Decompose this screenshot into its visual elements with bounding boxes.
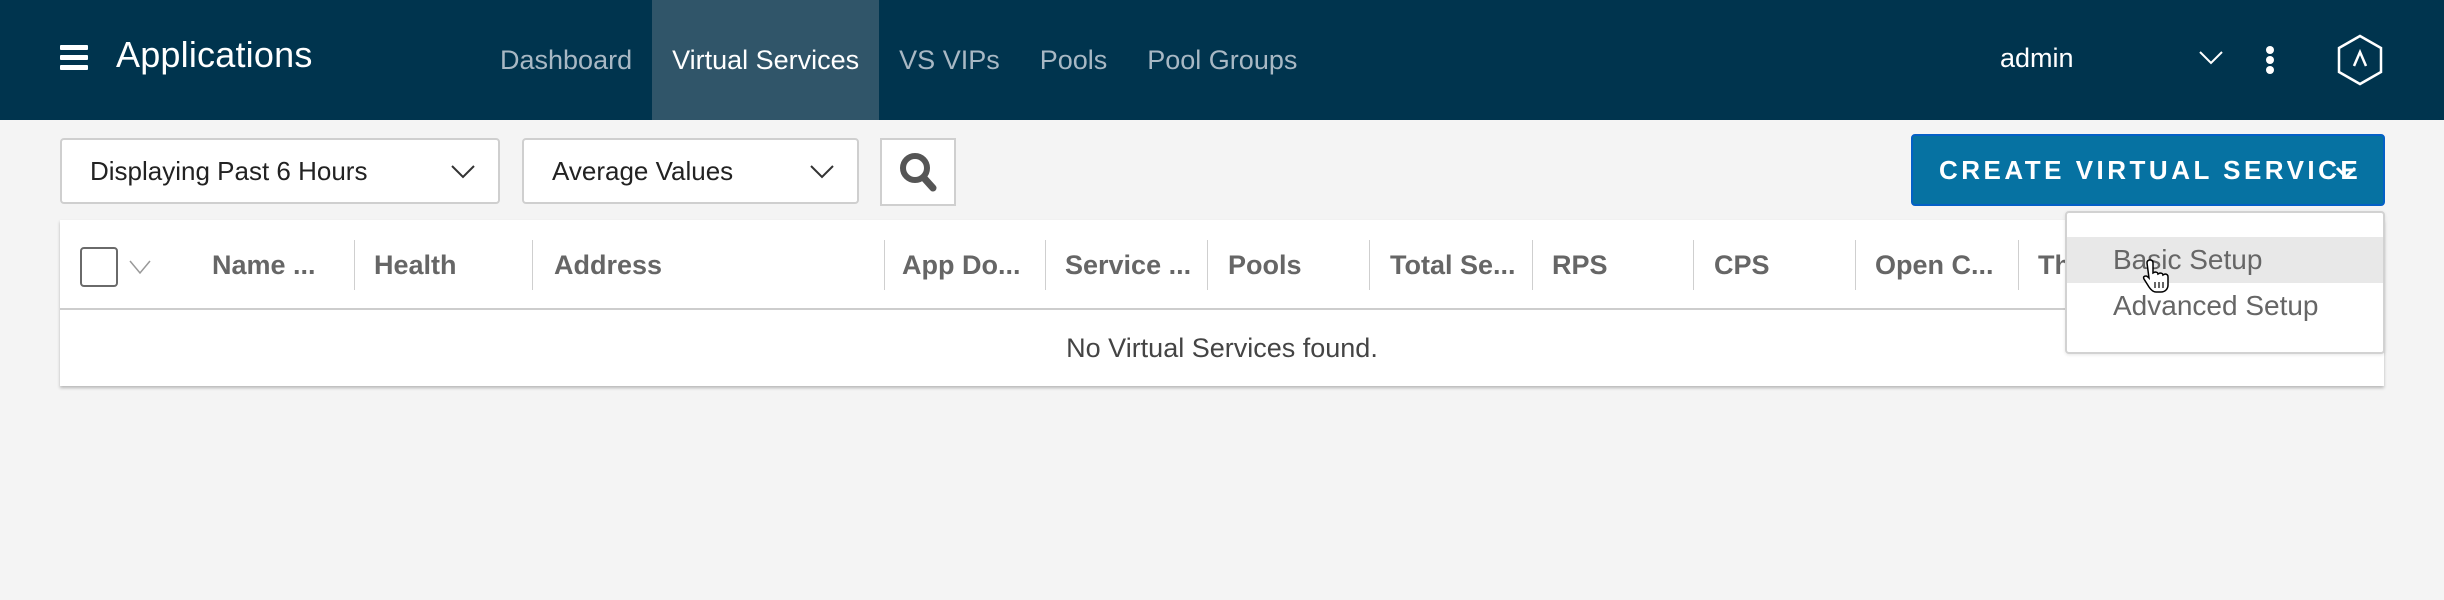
column-header-rps[interactable]: RPS xyxy=(1552,220,1692,310)
create-virtual-service-button[interactable]: CREATE VIRTUAL SERVICE xyxy=(1911,134,2385,206)
column-header-open-conns[interactable]: Open C... xyxy=(1875,220,2015,310)
app-title: Applications xyxy=(116,34,313,75)
chevron-down-icon xyxy=(810,165,834,179)
create-vs-dropdown-menu: Basic Setup Advanced Setup xyxy=(2065,211,2385,354)
table-header: Name ... Health Address App Do... Servic… xyxy=(60,220,2384,310)
chevron-down-icon xyxy=(2335,166,2357,180)
select-all-checkbox[interactable] xyxy=(80,247,118,287)
column-divider[interactable] xyxy=(884,240,885,290)
column-divider[interactable] xyxy=(1369,240,1370,290)
column-header-health[interactable]: Health xyxy=(374,220,524,310)
time-range-value: Displaying Past 6 Hours xyxy=(90,155,368,186)
column-divider[interactable] xyxy=(354,240,355,290)
column-header-pools[interactable]: Pools xyxy=(1228,220,1368,310)
column-divider[interactable] xyxy=(532,240,533,290)
column-header-name[interactable]: Name ... xyxy=(212,220,332,310)
hamburger-icon[interactable] xyxy=(60,45,88,71)
column-header-app-domain[interactable]: App Do... xyxy=(902,220,1042,310)
tab-virtual-services[interactable]: Virtual Services xyxy=(652,0,880,120)
value-mode-select[interactable]: Average Values xyxy=(522,138,859,204)
user-name[interactable]: admin xyxy=(2000,43,2074,74)
kebab-icon[interactable] xyxy=(2266,46,2276,74)
value-mode-value: Average Values xyxy=(552,155,734,186)
chevron-down-icon[interactable] xyxy=(2198,50,2224,66)
create-button-label: CREATE VIRTUAL SERVICE xyxy=(1939,154,2362,185)
column-divider[interactable] xyxy=(1532,240,1533,290)
search-icon xyxy=(900,153,937,192)
column-header-cps[interactable]: CPS xyxy=(1714,220,1854,310)
column-divider[interactable] xyxy=(1855,240,1856,290)
column-header-total-se[interactable]: Total Se... xyxy=(1390,220,1530,310)
virtual-services-table: Name ... Health Address App Do... Servic… xyxy=(60,220,2384,386)
column-header-service[interactable]: Service ... xyxy=(1065,220,1205,310)
main-nav: Dashboard Virtual Services VS VIPs Pools… xyxy=(480,0,1317,120)
chevron-down-icon xyxy=(451,165,475,179)
column-header-address[interactable]: Address xyxy=(554,220,854,310)
tab-vs-vips[interactable]: VS VIPs xyxy=(879,0,1020,120)
chevron-down-icon[interactable] xyxy=(128,258,152,276)
search-button[interactable] xyxy=(880,138,956,206)
tab-pools[interactable]: Pools xyxy=(1020,0,1128,120)
tab-pool-groups[interactable]: Pool Groups xyxy=(1127,0,1317,120)
empty-table-message: No Virtual Services found. xyxy=(1066,332,1378,363)
hexagon-logo-icon[interactable] xyxy=(2336,34,2384,86)
hand-pointer-cursor-icon xyxy=(2142,259,2169,293)
top-nav-bar: Applications Dashboard Virtual Services … xyxy=(0,0,2444,120)
column-divider[interactable] xyxy=(1693,240,1694,290)
column-divider[interactable] xyxy=(2018,240,2019,290)
time-range-select[interactable]: Displaying Past 6 Hours xyxy=(60,138,500,204)
menu-item-basic-setup[interactable]: Basic Setup xyxy=(2067,237,2383,283)
column-divider[interactable] xyxy=(1045,240,1046,290)
column-divider[interactable] xyxy=(1207,240,1208,290)
tab-dashboard[interactable]: Dashboard xyxy=(480,0,652,120)
menu-item-advanced-setup[interactable]: Advanced Setup xyxy=(2067,283,2383,329)
